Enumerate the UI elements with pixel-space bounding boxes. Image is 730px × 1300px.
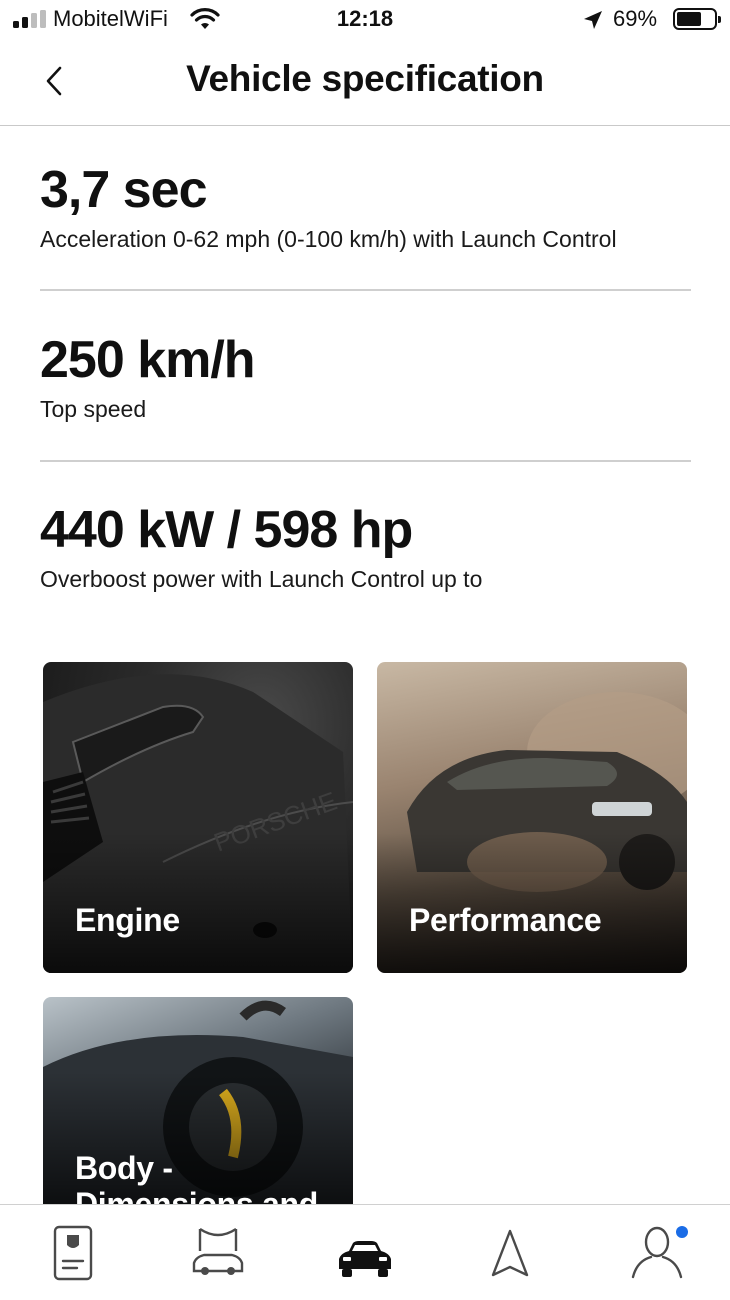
tab-vehicle-key[interactable]	[38, 1225, 108, 1289]
battery-percentage: 69%	[613, 6, 658, 31]
tab-car[interactable]	[330, 1225, 400, 1289]
divider	[40, 460, 691, 462]
body-dimensions-card[interactable]: Body - Dimensions and	[43, 997, 353, 1212]
page-title: Vehicle specification	[186, 58, 544, 99]
spec-top-speed: 250 km/h Top speed	[40, 330, 691, 423]
card-label: Engine	[75, 902, 180, 938]
spec-label: Top speed	[40, 396, 147, 422]
navigation-icon	[491, 1229, 529, 1277]
location-arrow-icon	[584, 11, 602, 29]
spec-power: 440 kW / 598 hp Overboost power with Lau…	[40, 500, 691, 593]
card-label: Performance	[409, 902, 602, 938]
spec-acceleration: 3,7 sec Acceleration 0-62 mph (0-100 km/…	[40, 160, 691, 253]
bottom-tab-bar	[0, 1204, 730, 1300]
car-icon	[339, 1241, 391, 1277]
spec-label: Acceleration 0-62 mph (0-100 km/h) with …	[40, 226, 617, 252]
notification-badge	[676, 1226, 688, 1238]
spec-value: 3,7 sec	[40, 161, 208, 219]
navigation-header: Vehicle specification	[0, 44, 730, 126]
engine-card[interactable]: PORSCHE Engine	[43, 662, 353, 973]
card-label: Body - Dimensions and	[75, 1150, 318, 1212]
spec-value: 440 kW / 598 hp	[40, 501, 413, 559]
divider	[40, 289, 691, 291]
spec-label: Overboost power with Launch Control up t…	[40, 566, 483, 592]
tab-navigation[interactable]	[475, 1225, 545, 1289]
vehicle-key-icon	[53, 1225, 93, 1281]
spec-value: 250 km/h	[40, 331, 256, 389]
status-bar: MobitelWiFi 12:18 69%	[0, 0, 730, 40]
performance-card[interactable]: Performance	[377, 662, 687, 973]
car-service-icon	[192, 1227, 244, 1275]
tab-car-service[interactable]	[183, 1225, 253, 1289]
battery-icon	[673, 8, 721, 30]
